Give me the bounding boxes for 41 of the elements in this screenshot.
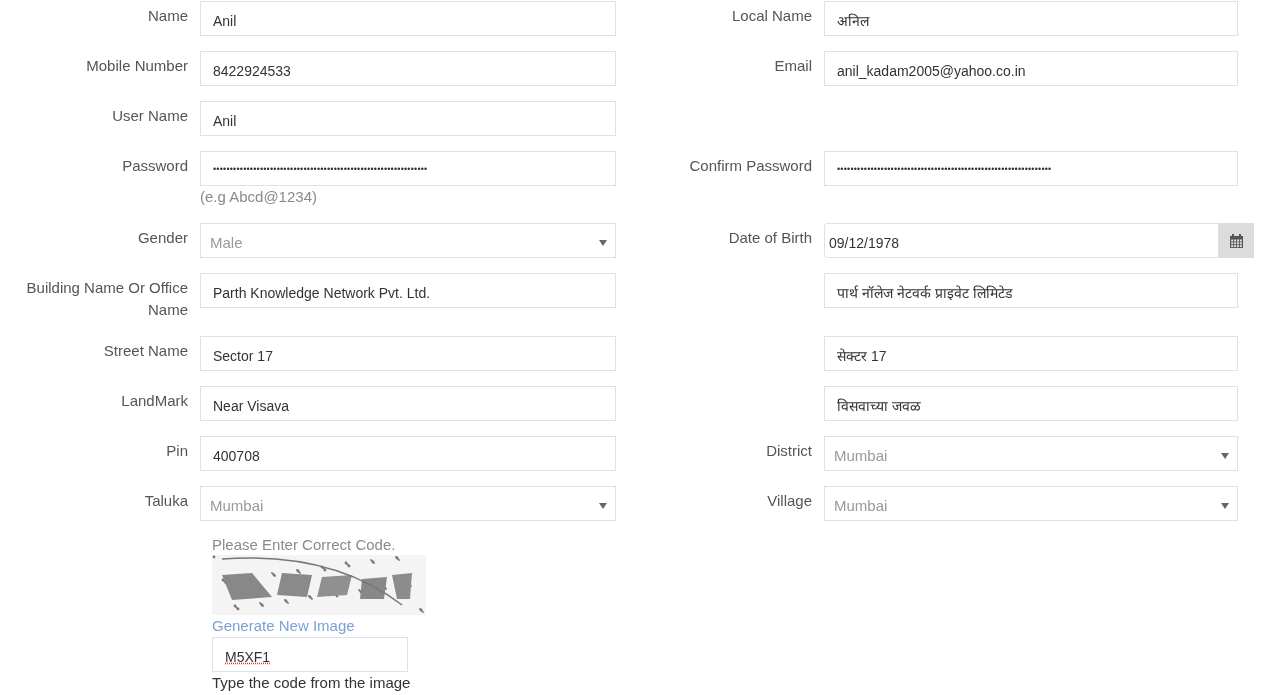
password-field[interactable]: •••••••••••••••••••••••••••••••••••••••••••••••••••••••••••••••• — [824, 151, 1238, 186]
text-field[interactable]: अनिल — [824, 1, 1238, 36]
caret-icon — [599, 239, 607, 246]
field-label: Mobile Number — [85, 56, 189, 76]
field-label: Confirm Password — [688, 156, 813, 176]
field-label: Taluka — [143, 491, 189, 511]
captcha-help-text: Type the code from the image — [212, 673, 411, 693]
text-field[interactable]: Sector 17 — [200, 336, 616, 371]
text-field[interactable]: 8422924533 — [200, 51, 616, 86]
field-label: Date of Birth — [727, 228, 813, 248]
field-label: Local Name — [730, 6, 813, 26]
caret-icon — [1221, 502, 1229, 509]
field-label: Email — [773, 56, 813, 76]
field-label: Pin — [165, 441, 189, 461]
hint-text: (e.g Abcd@1234) — [200, 187, 318, 207]
caret-icon — [1221, 452, 1229, 459]
field-label: Name — [147, 6, 189, 26]
text-field[interactable]: सेक्टर 17 — [824, 336, 1238, 371]
field-label: Building Name Or Office Name — [25, 278, 189, 320]
text-field[interactable]: Near Visava — [200, 386, 616, 421]
captcha-prompt: Please Enter Correct Code. — [212, 535, 396, 555]
text-field[interactable]: पार्थ नॉलेज नेटवर्क प्राइवेट लिमिटेड — [824, 273, 1238, 308]
field-label: User Name — [111, 106, 189, 126]
password-field[interactable]: •••••••••••••••••••••••••••••••••••••••••••••••••••••••••••••••• — [200, 151, 616, 186]
field-label: District — [765, 441, 813, 461]
field-label: LandMark — [120, 391, 189, 411]
date-field[interactable]: 09/12/1978 — [824, 223, 1219, 258]
text-field[interactable]: Anil — [200, 101, 616, 136]
calendar-icon — [1230, 233, 1243, 248]
text-field[interactable]: विसवाच्या जवळ — [824, 386, 1238, 421]
text-field[interactable]: 400708 — [200, 436, 616, 471]
captcha-field[interactable]: M5XF1 — [212, 637, 408, 672]
text-field[interactable]: Parth Knowledge Network Pvt. Ltd. — [200, 273, 616, 308]
caret-icon — [599, 502, 607, 509]
text-field[interactable]: Anil — [200, 1, 616, 36]
field-label: Gender — [136, 228, 189, 248]
calendar-button[interactable] — [1219, 223, 1254, 258]
field-label: Village — [766, 491, 813, 511]
text-field[interactable]: anil_kadam2005@yahoo.co.in — [824, 51, 1238, 86]
field-label: Password — [121, 156, 189, 176]
field-label: Street Name — [102, 341, 189, 361]
